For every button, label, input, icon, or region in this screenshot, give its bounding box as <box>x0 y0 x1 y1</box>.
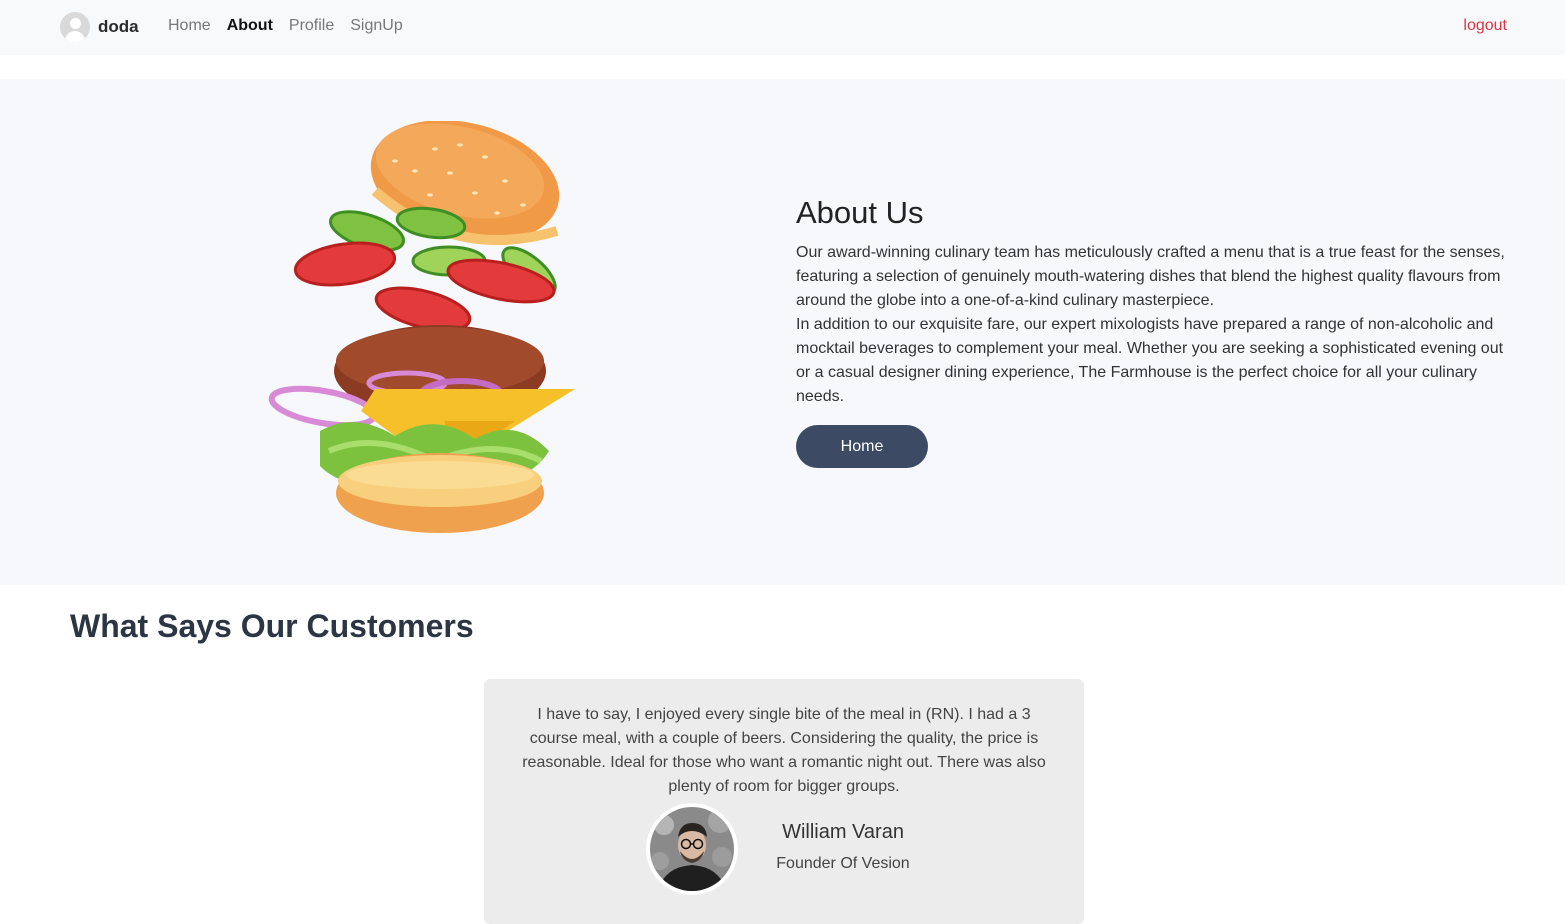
nav-link-home[interactable]: Home <box>168 17 211 35</box>
burger-illustration-icon <box>268 121 575 533</box>
customer-avatar <box>646 803 738 895</box>
about-title: About Us <box>796 195 924 230</box>
nav-link-about[interactable]: About <box>227 17 273 35</box>
testimonials-title: What Says Our Customers <box>70 608 474 644</box>
nav-link-signup[interactable]: SignUp <box>350 17 402 35</box>
customer-role: Founder Of Vesion <box>776 855 910 872</box>
testimonial-quote: I have to say, I enjoyed every single bi… <box>522 706 1046 795</box>
username: doda <box>98 17 139 36</box>
nav-links: Home About Profile SignUp <box>168 17 403 35</box>
navbar: doda Home About Profile SignUp logout <box>0 0 1565 55</box>
about-content: About Us Our award-winning culinary team… <box>796 195 1506 468</box>
logout-link[interactable]: logout <box>1463 17 1507 35</box>
testimonial-card: I have to say, I enjoyed every single bi… <box>484 679 1084 924</box>
about-hero: About Us Our award-winning culinary team… <box>0 79 1565 585</box>
home-button[interactable]: Home <box>796 425 928 468</box>
about-paragraph-1: Our award-winning culinary team has meti… <box>796 244 1505 309</box>
about-paragraph-2: In addition to our exquisite fare, our e… <box>796 316 1504 405</box>
brand[interactable]: doda <box>60 12 139 42</box>
customer-name: William Varan <box>782 821 904 843</box>
user-avatar-icon <box>60 12 90 42</box>
nav-link-profile[interactable]: Profile <box>289 17 334 35</box>
customer-photo-icon <box>650 807 734 891</box>
